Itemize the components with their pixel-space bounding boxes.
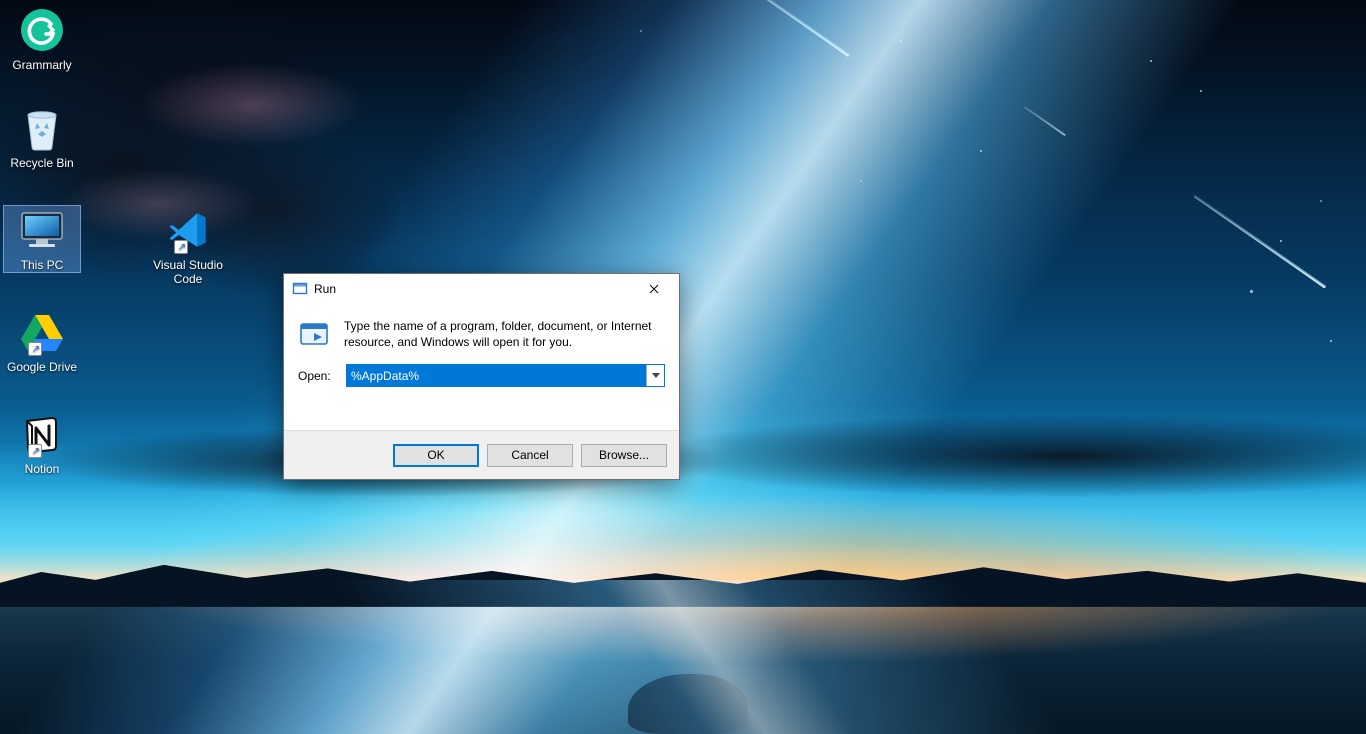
browse-button[interactable]: Browse...	[581, 444, 667, 467]
open-label: Open:	[298, 369, 336, 383]
combobox-dropdown-button[interactable]	[646, 365, 664, 386]
desktop-icon-label: Visual Studio Code	[142, 258, 234, 286]
desktop-icon-label: Recycle Bin	[4, 156, 80, 170]
desktop-icon-label: Notion	[4, 462, 80, 476]
google-drive-icon	[18, 308, 66, 356]
run-app-icon	[298, 318, 332, 352]
run-titlebar[interactable]: Run	[284, 274, 679, 304]
chevron-down-icon	[652, 373, 660, 378]
run-dialog: Run Type the name of a program, folder, …	[283, 273, 680, 480]
desktop-icon-this-pc[interactable]: This PC	[4, 206, 80, 272]
desktop-icon-label: Grammarly	[4, 58, 80, 72]
desktop-icon-notion[interactable]: Notion	[4, 410, 80, 476]
desktop-icon-label: Google Drive	[4, 360, 80, 374]
cancel-button[interactable]: Cancel	[487, 444, 573, 467]
open-combobox[interactable]	[346, 364, 665, 387]
close-icon	[649, 284, 659, 294]
shortcut-arrow-icon	[174, 240, 188, 254]
close-button[interactable]	[631, 274, 677, 304]
grammarly-icon	[18, 6, 66, 54]
desktop-icon-vscode[interactable]: Visual Studio Code	[142, 206, 234, 286]
this-pc-icon	[18, 206, 66, 254]
run-description: Type the name of a program, folder, docu…	[344, 318, 665, 352]
desktop-icon-grammarly[interactable]: Grammarly	[4, 6, 80, 72]
run-title: Run	[314, 282, 631, 296]
run-window-icon	[292, 281, 308, 297]
vscode-icon	[164, 206, 212, 254]
run-footer: OK Cancel Browse...	[284, 430, 679, 479]
open-input[interactable]	[347, 365, 646, 386]
shortcut-arrow-icon	[28, 444, 42, 458]
desktop-icons-layer: Grammarly Recycle Bin	[0, 0, 1366, 734]
desktop-icon-recycle-bin[interactable]: Recycle Bin	[4, 104, 80, 170]
ok-button[interactable]: OK	[393, 444, 479, 467]
notion-icon	[18, 410, 66, 458]
shortcut-arrow-icon	[28, 342, 42, 356]
recycle-bin-icon	[18, 104, 66, 152]
desktop-icon-google-drive[interactable]: Google Drive	[4, 308, 80, 374]
desktop-icon-label: This PC	[4, 258, 80, 272]
